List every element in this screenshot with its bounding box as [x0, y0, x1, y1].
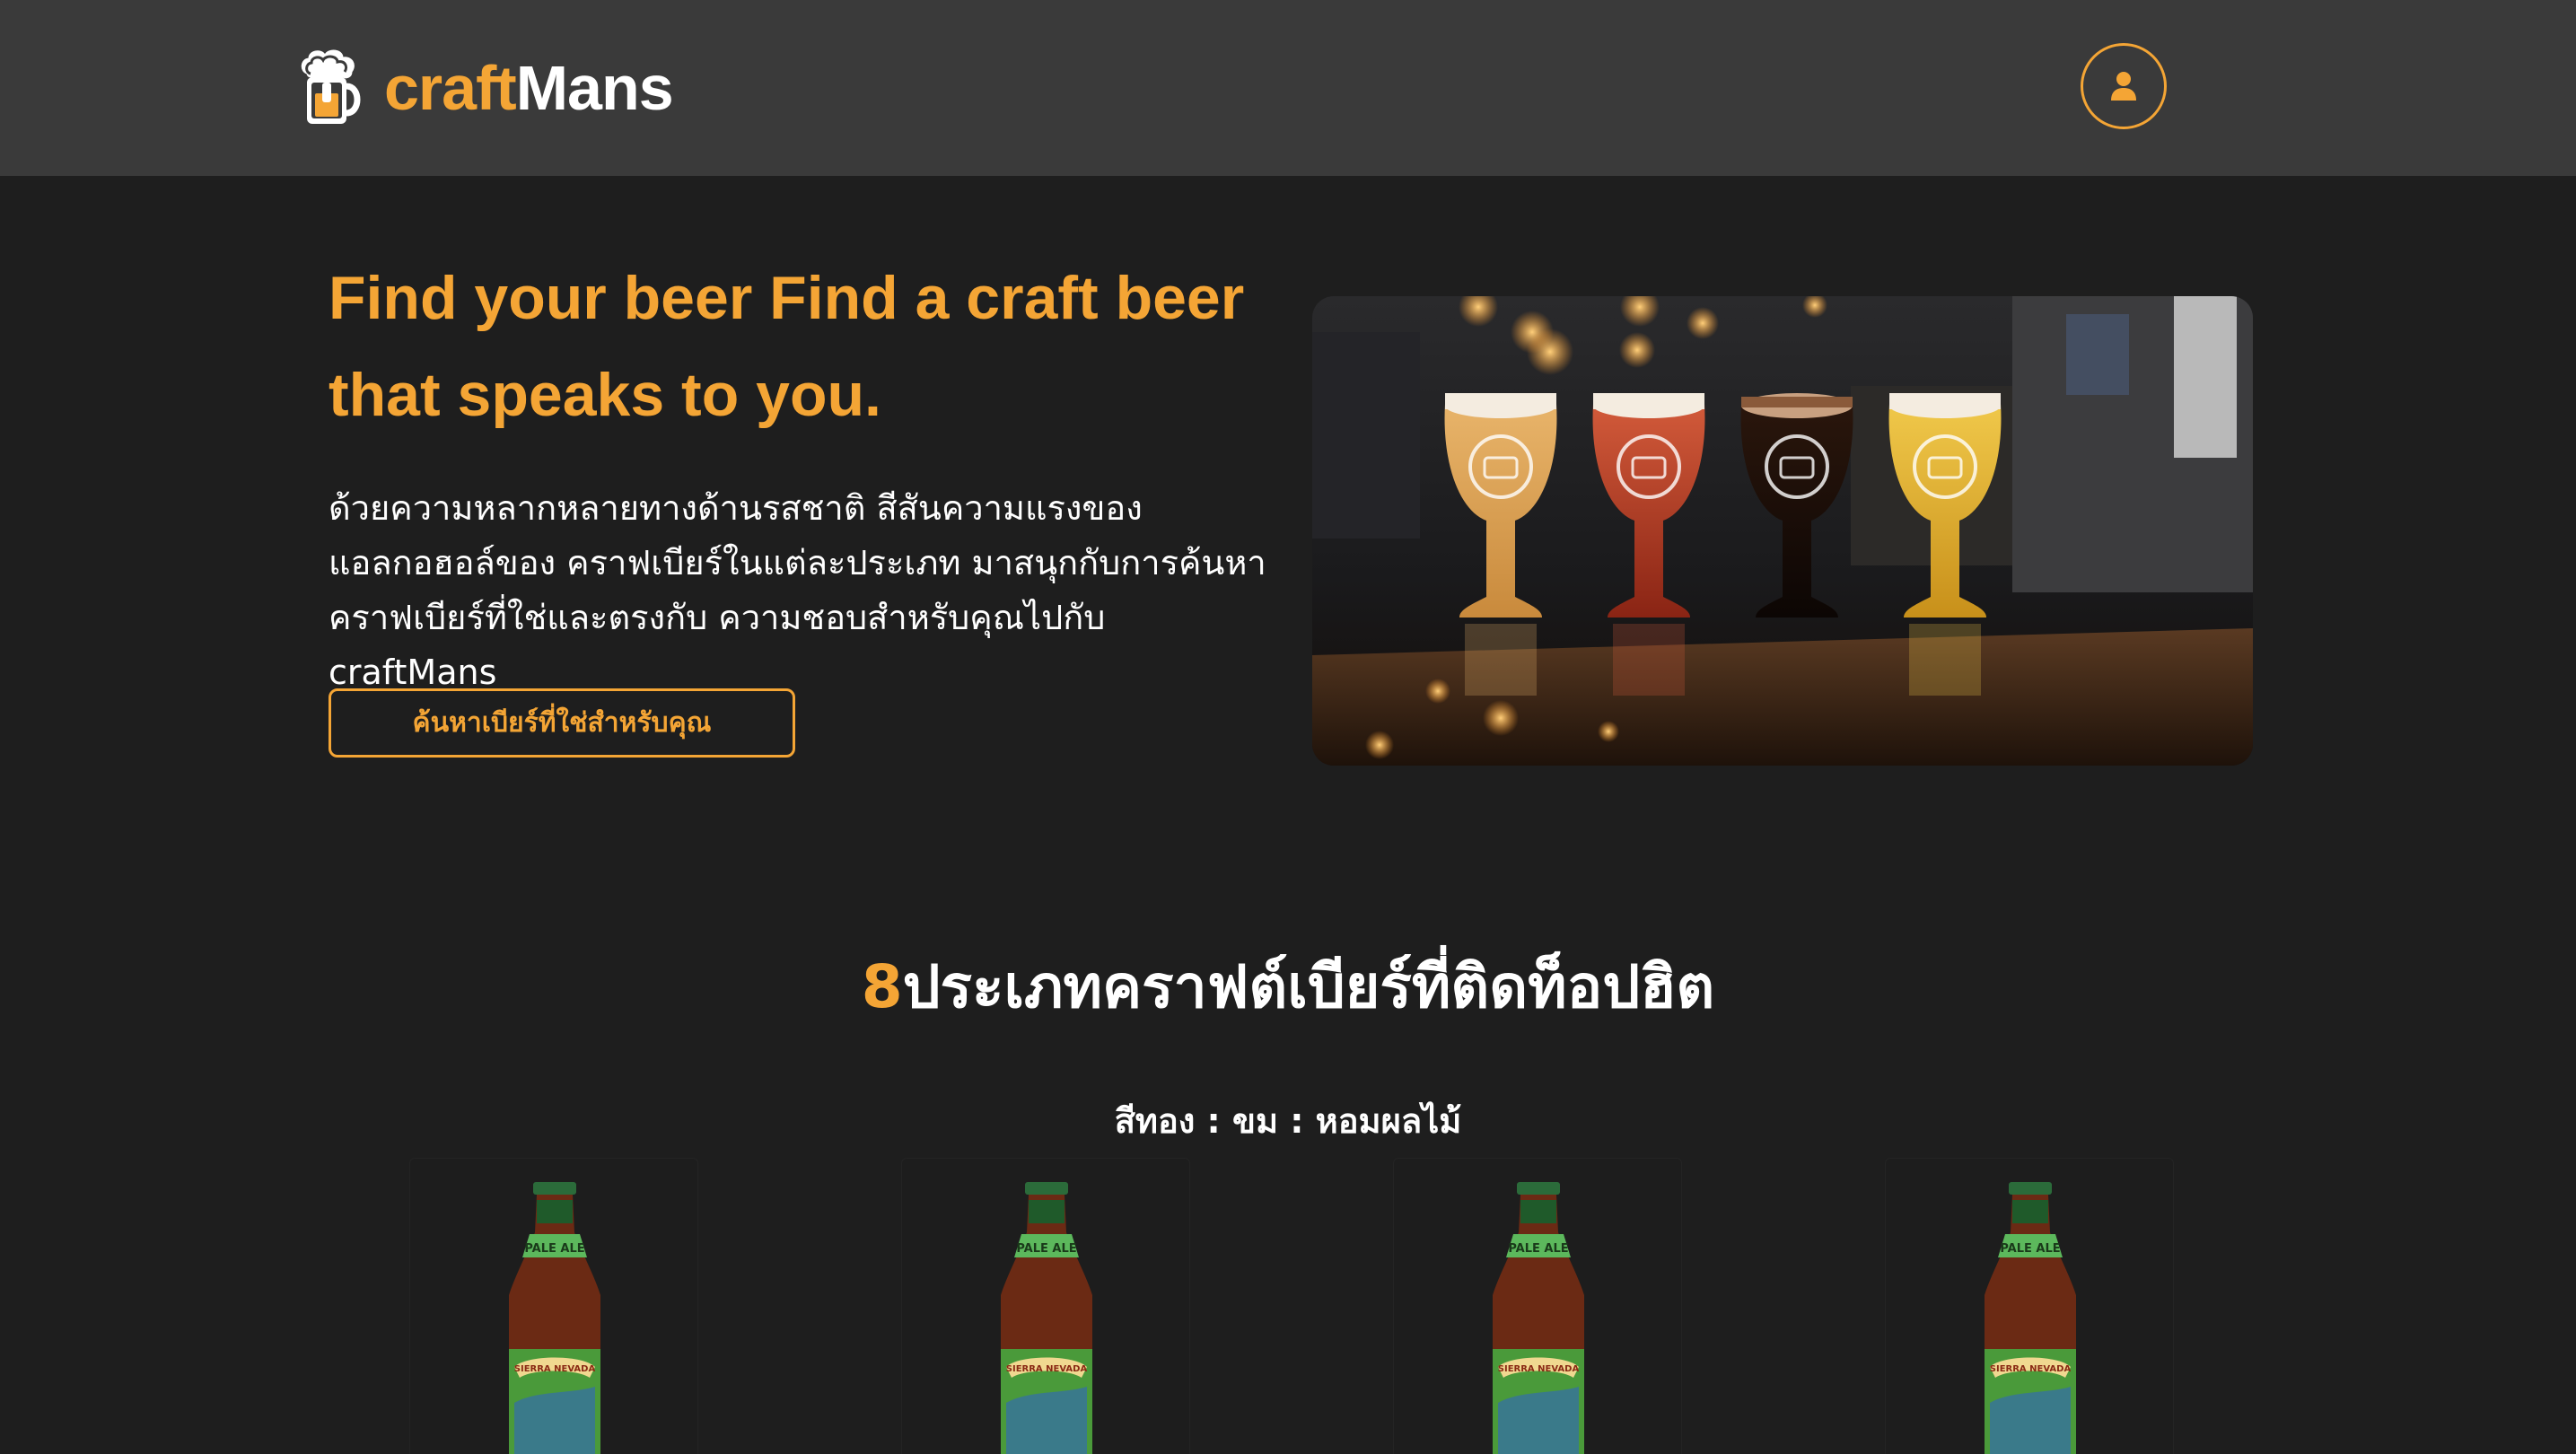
- section-title-number: 8: [861, 952, 903, 1021]
- logo-text-craft: craft: [384, 53, 517, 123]
- beer-bottle-image: PALE ALE SIERRA NEVADA: [509, 1182, 600, 1454]
- bottle-label: PALE ALE: [2000, 1242, 2060, 1256]
- user-icon: [2111, 72, 2136, 101]
- page: craftMans Find your beer Find a craft be…: [0, 0, 2576, 1454]
- hero-description: ด้วยความหลากหลายทางด้านรสชาติ สีสันความแ…: [329, 488, 1266, 692]
- beer-mug-icon: [301, 49, 361, 124]
- logo[interactable]: craftMans: [298, 47, 674, 129]
- section-title: 8ประเภทคราฟต์เบียร์ที่ติดท็อปฮิต: [0, 944, 2576, 1030]
- hero-beer-image: [1312, 296, 2253, 766]
- beer-bottle-image: PALE ALE SIERRA NEVADA: [1001, 1182, 1092, 1454]
- product-card[interactable]: PALE ALE SIERRA NEVADA: [901, 1158, 1190, 1454]
- bottle-brand: SIERRA NEVADA: [514, 1364, 596, 1374]
- beer-bottle-image: PALE ALE SIERRA NEVADA: [1493, 1182, 1584, 1454]
- logo-wordmark: craftMans: [384, 52, 674, 124]
- top-navbar: craftMans: [0, 0, 2576, 176]
- section-title-text: ประเภทคราฟต์เบียร์ที่ติดท็อปฮิต: [902, 952, 1715, 1021]
- product-card[interactable]: PALE ALE SIERRA NEVADA: [1885, 1158, 2174, 1454]
- bottle-label: PALE ALE: [1508, 1242, 1568, 1256]
- logo-text-mans: Mans: [515, 53, 674, 123]
- beer-bottle-image: PALE ALE SIERRA NEVADA: [1985, 1182, 2076, 1454]
- bottle-label: PALE ALE: [524, 1242, 584, 1256]
- hero-title: Find your beer Find a craft beer that sp…: [329, 264, 1245, 429]
- profile-button[interactable]: [2081, 43, 2167, 129]
- product-card[interactable]: PALE ALE SIERRA NEVADA: [1393, 1158, 1682, 1454]
- bottle-brand: SIERRA NEVADA: [1990, 1364, 2072, 1374]
- bottle-brand: SIERRA NEVADA: [1006, 1364, 1088, 1374]
- find-beer-button[interactable]: ค้นหาเบียร์ที่ใช่สำหรับคุณ: [329, 688, 795, 758]
- section-subtitle: สีทอง : ขม : หอมผลไม้: [1114, 1101, 1462, 1141]
- bottle-label: PALE ALE: [1016, 1242, 1076, 1256]
- bottle-brand: SIERRA NEVADA: [1498, 1364, 1580, 1374]
- product-card[interactable]: PALE ALE SIERRA NEVADA: [409, 1158, 698, 1454]
